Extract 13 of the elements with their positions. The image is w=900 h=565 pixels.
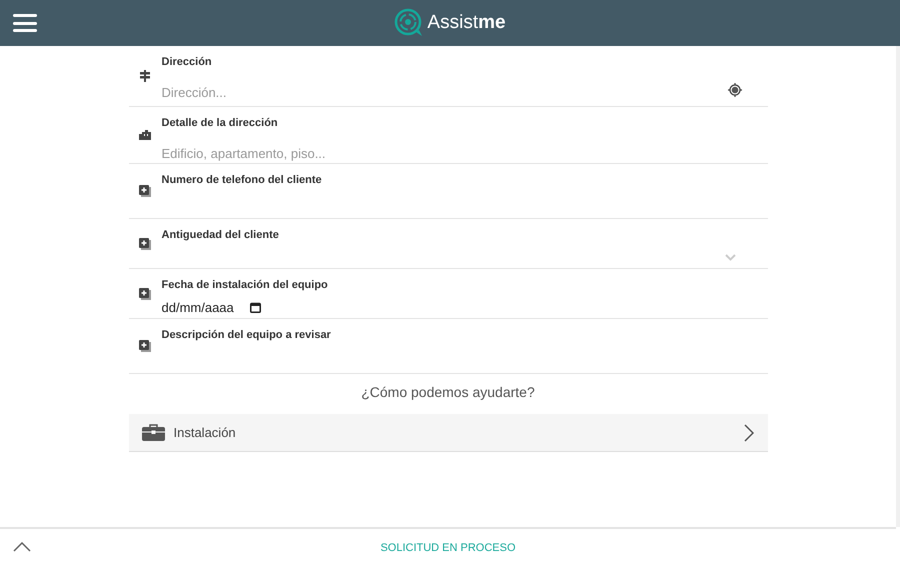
option-row[interactable]: Instalación [128, 414, 768, 452]
section-title: ¿Cómo podemos ayudarte? [361, 383, 535, 402]
field-label: Fecha de instalación del equipo [162, 278, 328, 293]
field-label: Numero de telefono del cliente [162, 173, 322, 188]
field-label: Descripción del equipo a revisar [162, 328, 331, 343]
field-label: Antiguedad del cliente [162, 228, 279, 243]
status-text: SOLICITUD EN PROCESO [380, 540, 516, 556]
logo-text: Assistme [427, 10, 506, 35]
field-label: Dirección [162, 55, 212, 70]
field-label: Detalle de la dirección [162, 116, 278, 131]
date-field[interactable]: dd/mm/aaaa [162, 298, 261, 317]
input-field[interactable]: Dirección... [162, 82, 702, 102]
input-field[interactable]: Edificio, apartamento, piso... [162, 144, 756, 163]
